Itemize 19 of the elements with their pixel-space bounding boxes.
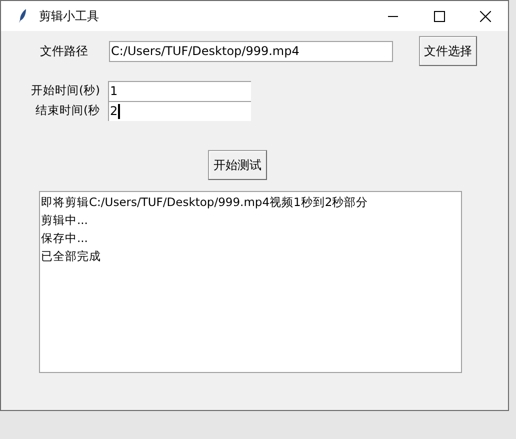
file-select-button[interactable]: 文件选择: [419, 36, 477, 66]
time-field[interactable]: 2: [108, 101, 251, 121]
log-line: 已全部完成: [41, 248, 102, 265]
time-field[interactable]: 1: [108, 81, 251, 101]
field-value: 1: [110, 83, 118, 100]
window-title: 剪辑小工具: [39, 8, 99, 25]
time-label: 开始时间(秒): [30, 82, 101, 100]
log-line: 即将剪辑C:/Users/TUF/Desktop/999.mp4视频1秒到2秒部分: [41, 194, 370, 211]
log-text-area[interactable]: 即将剪辑C:/Users/TUF/Desktop/999.mp4视频1秒到2秒部分 剪辑中... 保存中... 已全部完成: [39, 191, 462, 373]
maximize-icon: [434, 10, 444, 22]
file-path-label: 文件路径: [40, 43, 89, 60]
close-icon: [480, 10, 490, 22]
log-line: 保存中...: [41, 230, 89, 247]
time-label: 结束时间(秒: [34, 102, 101, 120]
field-value: 2: [110, 103, 118, 120]
log-line: 剪辑中...: [41, 212, 89, 229]
file-path-field[interactable]: C:/Users/TUF/Desktop/999.mp4: [109, 40, 393, 62]
start-test-button[interactable]: 开始测试: [208, 150, 267, 180]
feather-icon: [19, 9, 27, 23]
